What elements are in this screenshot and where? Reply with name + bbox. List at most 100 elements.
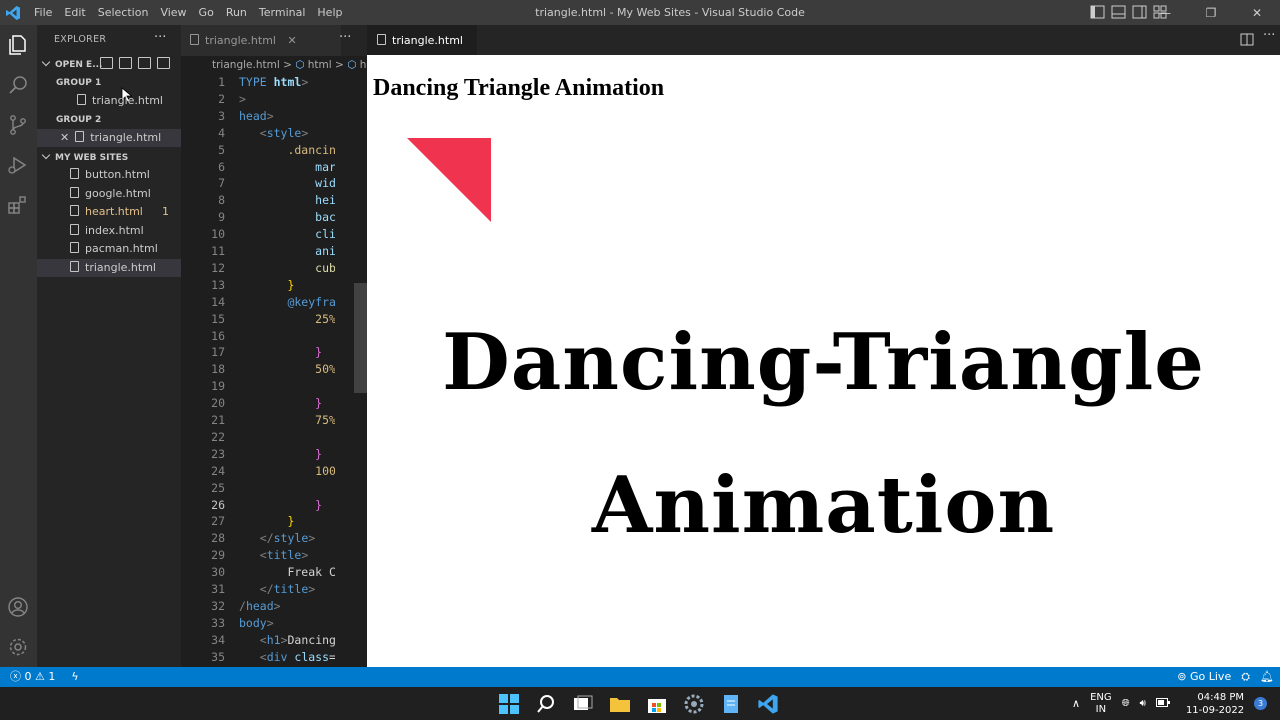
gear-icon[interactable] <box>6 635 30 659</box>
task-view-icon[interactable] <box>572 693 594 715</box>
volume-icon[interactable]: 🔊︎ <box>1140 698 1146 709</box>
show-hidden-icons-chevron[interactable]: ∧ <box>1072 697 1080 710</box>
code-token: h1 <box>266 632 281 647</box>
file-item[interactable]: index.html <box>37 222 181 240</box>
source-control-icon[interactable] <box>6 113 30 137</box>
editor-tab-triangle[interactable]: triangle.html ✕ <box>181 25 341 56</box>
breadcrumb-separator: > <box>335 59 344 71</box>
save-all-icon[interactable] <box>138 57 151 69</box>
menu-terminal[interactable]: Terminal <box>253 0 312 25</box>
toggle-panel-icon[interactable] <box>1111 5 1126 19</box>
toggle-primary-sidebar-icon[interactable] <box>1090 5 1105 19</box>
line-number: 2 <box>218 91 225 106</box>
overlay-title-line-2: Animation <box>591 460 1056 551</box>
open-editors-toolbar <box>100 57 170 69</box>
account-icon[interactable] <box>6 595 30 619</box>
run-debug-icon[interactable] <box>6 153 30 177</box>
close-window-button[interactable]: ✕ <box>1234 0 1280 25</box>
explorer-more-button[interactable]: ··· <box>154 30 166 45</box>
go-live-button[interactable]: ⊚ Go Live <box>1177 667 1231 687</box>
explorer-icon[interactable] <box>6 33 30 57</box>
close-all-editors-icon[interactable] <box>157 57 170 69</box>
code-line: anim <box>239 243 335 260</box>
windows-start-icon[interactable] <box>498 693 520 715</box>
line-number: 3 <box>218 108 225 123</box>
open-editor-group1-file[interactable]: triangle.html <box>37 92 181 110</box>
battery-icon[interactable] <box>1155 697 1170 710</box>
line-number: 10 <box>211 227 225 242</box>
notification-badge[interactable]: 3 <box>1254 697 1268 710</box>
line-number: 6 <box>218 159 225 174</box>
split-editor-icon[interactable] <box>1240 33 1254 46</box>
notifications-bell-icon[interactable]: 🔔︎ <box>1260 667 1274 687</box>
menu-edit[interactable]: Edit <box>58 0 91 25</box>
clock-date: 11-09-2022 <box>1185 704 1245 716</box>
preview-more-button[interactable]: ··· <box>1263 28 1275 43</box>
toggle-vertical-layout-icon[interactable] <box>119 57 132 69</box>
code-token: </ <box>239 531 274 546</box>
new-untitled-file-icon[interactable] <box>100 57 113 69</box>
settings-app-icon[interactable] <box>683 693 705 715</box>
code-area[interactable]: TYPE html> > head> <style> .dancing marg w… <box>239 74 335 667</box>
code-token: > <box>266 108 274 123</box>
file-item[interactable]: button.html <box>37 166 181 184</box>
file-label: pacman.html <box>85 242 158 255</box>
code-line: <title> <box>239 547 309 564</box>
line-number: 8 <box>218 193 225 208</box>
file-item[interactable]: pacman.html <box>37 240 181 258</box>
file-icon <box>70 168 79 179</box>
live-share-icon[interactable]: ϟ <box>71 667 78 687</box>
minimize-button[interactable]: — <box>1142 0 1188 25</box>
menu-selection[interactable]: Selection <box>92 0 155 25</box>
file-item[interactable]: triangle.html <box>37 258 181 277</box>
line-number: 28 <box>211 531 225 546</box>
code-token: 50% <box>239 362 335 377</box>
file-item[interactable]: heart.html 1 <box>37 203 181 221</box>
breadcrumb: triangle.html > ⬡ html > ⬡ he <box>181 56 367 74</box>
problems-indicator[interactable]: ⓧ 0 ⚠ 1 <box>10 667 55 687</box>
file-explorer-icon[interactable] <box>609 693 631 715</box>
code-line: /head> <box>239 598 281 615</box>
code-token: 25% <box>239 311 335 326</box>
menu-help[interactable]: Help <box>311 0 348 25</box>
notepad-icon[interactable] <box>720 693 742 715</box>
language-indicator[interactable]: ENG IN <box>1090 692 1112 716</box>
line-number: 4 <box>218 125 225 140</box>
editor-more-button[interactable]: ··· <box>339 30 351 45</box>
language-line-1: ENG <box>1090 691 1112 703</box>
group1-label-row[interactable]: GROUP 1 <box>37 73 181 91</box>
file-item[interactable]: google.html <box>37 185 181 203</box>
group2-label-row[interactable]: GROUP 2 <box>37 110 181 128</box>
code-token: > <box>301 75 309 89</box>
file-label: button.html <box>85 168 150 181</box>
vscode-taskbar-icon[interactable] <box>757 693 779 715</box>
search-icon[interactable] <box>6 73 30 97</box>
menu-view[interactable]: View <box>154 0 192 25</box>
close-editor-icon[interactable]: ✕ <box>60 131 69 144</box>
restore-button[interactable]: ❐ <box>1188 0 1234 25</box>
code-token: 75% <box>239 413 335 427</box>
breadcrumb-node-2[interactable]: he <box>360 59 367 71</box>
open-editor-group2-file[interactable]: ✕ triangle.html <box>37 129 181 147</box>
error-count: 0 <box>24 670 32 683</box>
vscode-logo-icon <box>6 6 20 20</box>
menu-run[interactable]: Run <box>220 0 253 25</box>
menu-go[interactable]: Go <box>193 0 220 25</box>
microsoft-store-icon[interactable] <box>646 693 668 715</box>
file-icon <box>190 34 199 45</box>
code-token: </ <box>239 582 274 596</box>
breadcrumb-node[interactable]: html <box>308 59 332 71</box>
network-icon[interactable]: 🌐︎ <box>1122 698 1130 709</box>
feedback-icon[interactable]: ⛭ <box>1241 667 1250 687</box>
breadcrumb-file[interactable]: triangle.html <box>212 59 280 71</box>
taskbar-search-icon[interactable] <box>535 693 557 715</box>
code-token: @keyfram <box>239 294 335 309</box>
clock[interactable]: 04:48 PM 11-09-2022 <box>1186 691 1244 717</box>
menu-file[interactable]: File <box>28 0 58 25</box>
editor-scrollbar[interactable] <box>354 283 367 393</box>
extensions-icon[interactable] <box>6 193 30 217</box>
folder-section[interactable]: MY WEB SITES <box>37 148 181 166</box>
close-tab-icon[interactable]: ✕ <box>287 34 296 47</box>
preview-tab-triangle[interactable]: triangle.html ✕ <box>367 25 477 77</box>
preview-heading: Dancing Triangle Animation <box>373 75 665 101</box>
